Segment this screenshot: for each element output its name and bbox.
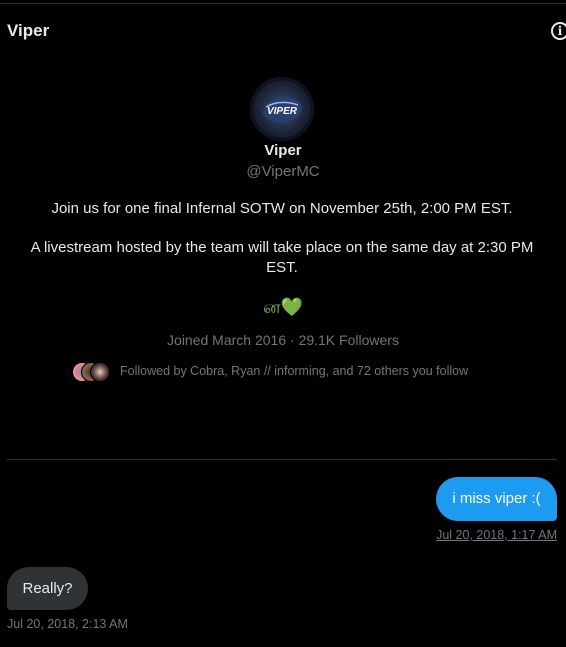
message-bubble-outgoing[interactable]: i miss viper :(	[436, 477, 557, 521]
message-bubble-incoming[interactable]: Really?	[7, 567, 88, 610]
bio-line-2: A livestream hosted by the team will tak…	[30, 239, 534, 276]
bio-emojis: ன💚	[263, 297, 303, 317]
info-icon[interactable]: i	[551, 22, 566, 40]
followed-by-row[interactable]: Followed by Cobra, Ryan // informing, an…	[72, 360, 468, 382]
avatar	[90, 362, 110, 382]
followers-count[interactable]: 29.1K Followers	[299, 332, 399, 348]
profile-handle[interactable]: @ViperMC	[0, 163, 566, 180]
profile-avatar[interactable]: VIPER	[250, 77, 314, 141]
follower-avatars	[72, 361, 112, 382]
followed-by-text: Followed by Cobra, Ryan // informing, an…	[120, 364, 469, 378]
message-timestamp[interactable]: Jul 20, 2018, 1:17 AM	[436, 528, 557, 542]
viper-logo-icon: VIPER	[250, 77, 314, 141]
joined-date: Joined March 2016	[167, 332, 287, 348]
divider	[7, 459, 557, 460]
message-timestamp[interactable]: Jul 20, 2018, 2:13 AM	[7, 617, 128, 631]
profile-name[interactable]: Viper	[0, 142, 566, 159]
top-border	[0, 3, 566, 4]
avatar-logo-text: VIPER	[267, 106, 298, 117]
bio-line-1: Join us for one final Infernal SOTW on N…	[51, 200, 513, 217]
conversation-title[interactable]: Viper	[7, 21, 49, 41]
meta-separator: ·	[290, 332, 295, 348]
profile-meta: Joined March 2016 · 29.1K Followers	[0, 332, 566, 348]
